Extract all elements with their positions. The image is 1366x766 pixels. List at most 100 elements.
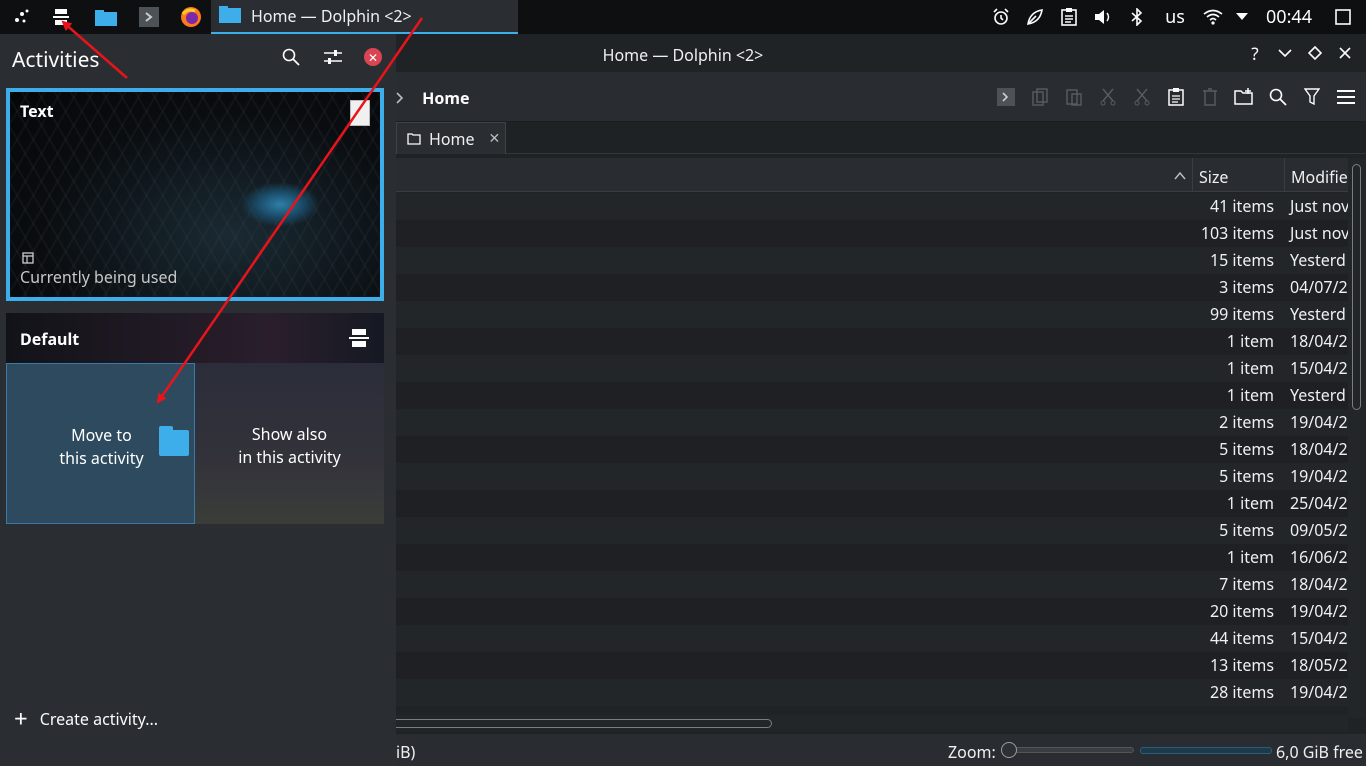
clock[interactable]: 00:44 [1266,5,1312,29]
file-list: 41 items Just nov 103 items Just nov 15 item… [396,193,1348,706]
task-title: Home — Dolphin <2> [251,5,412,27]
trash-icon [1198,85,1222,109]
row-modified: Yesterd [1290,249,1346,271]
new-folder-icon[interactable] [1232,85,1256,109]
minimize-icon[interactable] [1272,40,1298,66]
table-row[interactable]: 2 items 19/04/2 [396,409,1348,436]
filter-icon[interactable] [1300,85,1324,109]
activity-state: Currently being used [20,266,178,288]
activity-switcher-icon[interactable] [49,5,73,29]
table-row[interactable]: 5 items 18/04/2 [396,436,1348,463]
table-row[interactable]: 20 items 19/04/2 [396,598,1348,625]
vertical-scrollbar[interactable] [1348,158,1366,718]
tab-label: Home [429,127,475,150]
row-modified: 15/04/2 [1290,627,1348,649]
table-row[interactable]: 103 items Just nov [396,220,1348,247]
table-row[interactable]: 13 items 18/05/2 [396,652,1348,679]
folder-icon [159,426,189,456]
show-label-line2: in this activity [238,446,341,468]
table-row[interactable]: 1 item 15/04/2 [396,355,1348,382]
table-row[interactable]: 28 items 19/04/2 [396,679,1348,706]
hamburger-menu-icon[interactable] [1334,85,1358,109]
copy-icon [1028,85,1052,109]
table-row[interactable]: 1 item 25/04/2 [396,490,1348,517]
activity-card-default[interactable]: Default Move to this activity Show also … [6,313,384,524]
toolbar: Home [396,72,1366,122]
scrollbar-thumb[interactable] [386,719,772,728]
table-row[interactable]: 5 items 09/05/2 [396,517,1348,544]
keyboard-layout[interactable]: us [1154,0,1196,34]
terminal-launcher-icon[interactable] [137,5,161,29]
close-icon[interactable] [1332,40,1358,66]
activity-card-text[interactable]: Text Currently being used [6,88,384,301]
breadcrumb[interactable]: Home [396,87,470,109]
tab-close-icon[interactable]: ✕ [489,129,501,148]
firefox-launcher-icon[interactable] [179,5,203,29]
table-row[interactable]: 1 item 18/04/2 [396,328,1348,355]
table-row[interactable]: 5 items 19/04/2 [396,463,1348,490]
bluetooth-icon[interactable] [1120,0,1154,34]
table-row[interactable]: 15 items Yesterd [396,247,1348,274]
table-row[interactable]: 1 item Yesterd [396,382,1348,409]
show-in-activity-option[interactable]: Show also in this activity [195,363,384,524]
table-row[interactable]: 99 items Yesterd [396,301,1348,328]
breadcrumb-home[interactable]: Home [422,87,469,109]
sort-ascending-icon[interactable] [1174,166,1186,184]
row-modified: 09/05/2 [1290,519,1348,541]
zoom-slider-knob[interactable] [1001,742,1017,758]
task-dolphin[interactable]: Home — Dolphin <2> [211,0,518,34]
app-launcher-icon[interactable] [10,5,34,29]
table-row[interactable]: 41 items Just nov [396,193,1348,220]
create-activity-button[interactable]: + Create activity... [14,707,159,731]
switch-activity-icon[interactable] [348,327,370,355]
terminal-icon[interactable] [994,85,1018,109]
table-row[interactable]: 7 items 18/04/2 [396,571,1348,598]
volume-icon[interactable] [1086,0,1120,34]
clipboard-icon[interactable] [1052,0,1086,34]
row-modified: 18/04/2 [1290,330,1348,352]
maximize-icon[interactable] [1302,40,1328,66]
close-icon[interactable]: ✕ [364,48,382,66]
column-header: Size Modifie [396,158,1348,192]
system-tray: us 00:44 [984,0,1366,34]
create-activity-label: Create activity... [39,708,159,730]
show-desktop-icon[interactable] [1326,0,1360,34]
row-modified: 18/05/2 [1290,654,1348,676]
row-size: 44 items [1209,627,1274,649]
zoom-slider[interactable] [1001,742,1134,758]
free-space-label: 6,0 GiB free [1276,741,1363,763]
activity-name: Text [20,100,54,122]
row-size: 1 item [1226,384,1274,406]
column-size[interactable]: Size [1192,158,1284,192]
wifi-icon[interactable] [1196,0,1230,34]
row-size: 99 items [1209,303,1274,325]
scrollbar-thumb[interactable] [1352,164,1361,410]
search-icon[interactable] [280,46,302,68]
dolphin-launcher-icon[interactable] [94,5,118,29]
table-row[interactable]: 3 items 04/07/2 [396,274,1348,301]
settings-sliders-icon[interactable] [322,46,344,68]
move-to-activity-option[interactable]: Move to this activity [6,363,195,524]
table-row[interactable]: 44 items 15/04/2 [396,625,1348,652]
row-size: 5 items [1219,438,1274,460]
leaf-icon[interactable] [1018,0,1052,34]
alarm-icon[interactable] [984,0,1018,34]
table-row[interactable]: 1 item 16/06/2 [396,544,1348,571]
column-modified[interactable]: Modifie [1284,158,1348,192]
activity-name: Default [20,328,80,350]
tab-home[interactable]: Home ✕ [396,122,506,154]
search-icon[interactable] [1266,85,1290,109]
activities-panel: Activities ✕ Text Currently being used D… [0,34,396,766]
cut-alt-icon [1130,85,1154,109]
clipboard-paste-icon[interactable] [1164,85,1188,109]
row-size: 2 items [1219,411,1274,433]
row-modified: 18/04/2 [1290,438,1348,460]
row-modified: 18/04/2 [1290,573,1348,595]
help-button[interactable]: ? [1242,40,1268,66]
row-size: 41 items [1209,195,1274,217]
tray-expand-icon[interactable] [1230,0,1254,34]
horizontal-scrollbar[interactable] [386,715,1348,731]
activities-heading: Activities [12,46,100,74]
row-size: 3 items [1219,276,1274,298]
row-modified: 04/07/2 [1290,276,1348,298]
